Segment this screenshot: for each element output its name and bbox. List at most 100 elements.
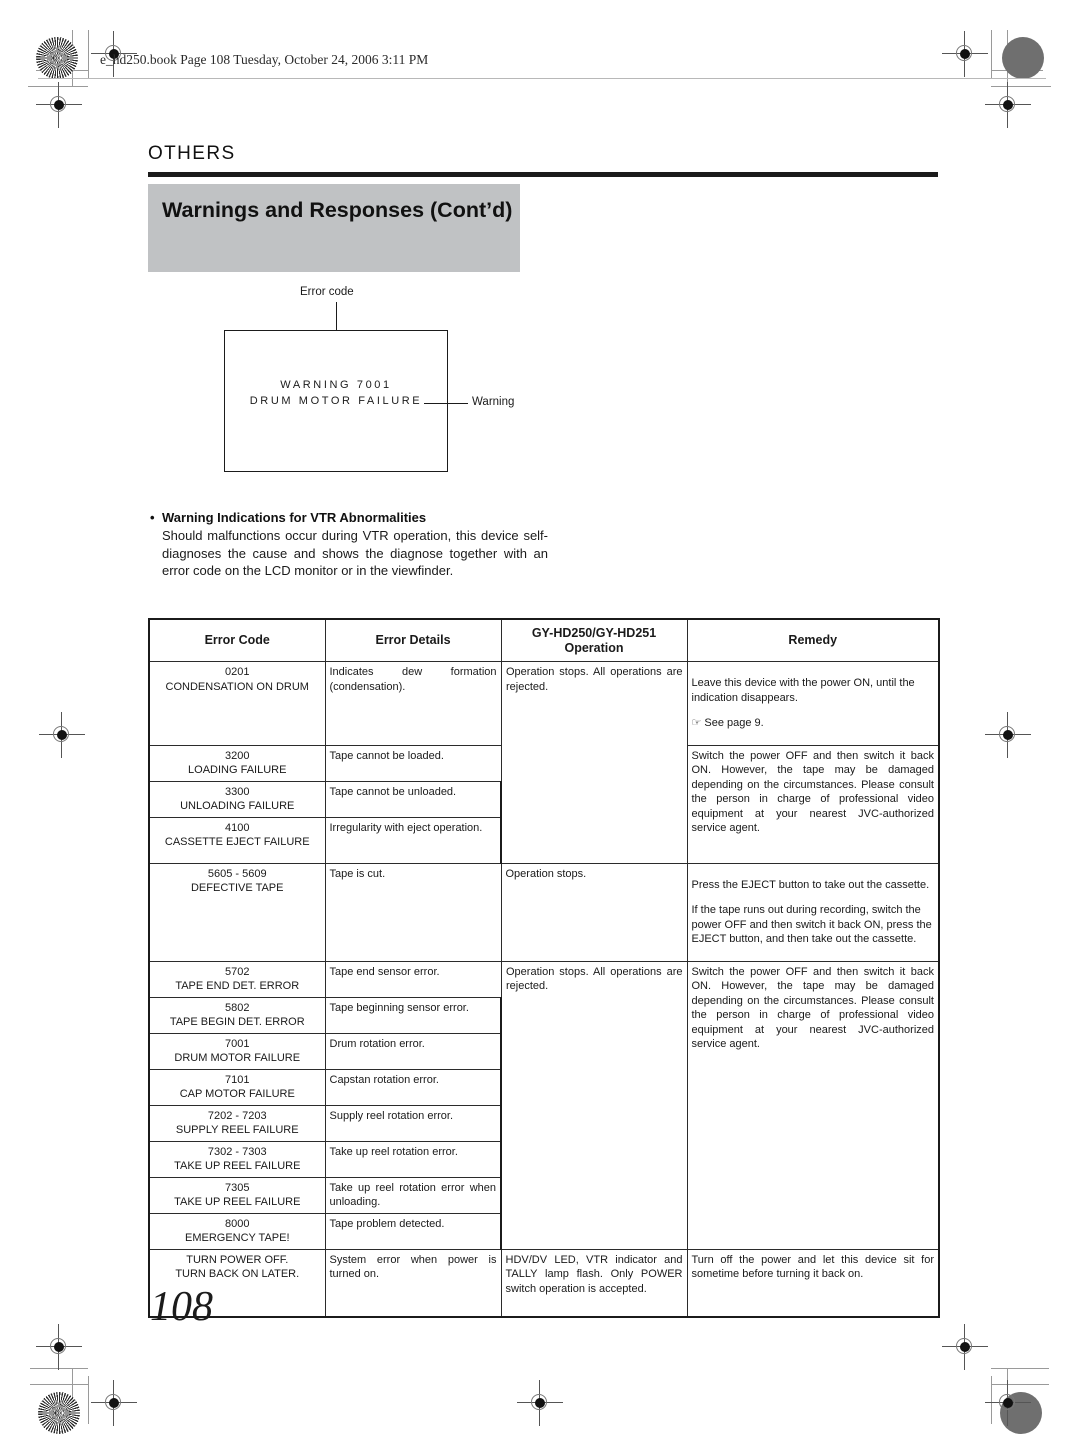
error-code-number: 3200 [225, 749, 250, 762]
cell-error-code: 0201 CONDENSATION ON DRUM [148, 661, 326, 746]
remedy-text: Leave this device with the power ON, unt… [691, 677, 915, 704]
figure-label-warning: Warning [472, 396, 515, 408]
error-code-name: EMERGENCY TAPE! [184, 1232, 290, 1244]
cell-error-details: Tape is cut. [324, 862, 502, 962]
error-code-number: 7101 [225, 1073, 250, 1086]
cell-error-code: 8000 EMERGENCY TAPE! [148, 1212, 326, 1250]
crop-mark-line [30, 1368, 88, 1369]
crop-mark-line [88, 1376, 89, 1424]
cell-error-details: Take up reel rotation error. [324, 1140, 502, 1178]
registration-mark [39, 712, 85, 758]
error-code-name: TAKE UP REEL FAILURE [174, 1196, 301, 1208]
column-header-operation-line2: Operation [564, 640, 624, 655]
error-code-name: SUPPLY REEL FAILURE [175, 1124, 299, 1136]
header-divider [38, 78, 1046, 79]
cell-error-code: 5702 TAPE END DET. ERROR [148, 960, 326, 998]
registration-mark [985, 82, 1031, 128]
error-code-number: 7202 - 7203 [207, 1109, 267, 1122]
viewfinder-figure: Error code WARNING 7001 DRUM MOTOR FAILU… [148, 286, 568, 496]
cell-error-details: Capstan rotation error. [324, 1068, 502, 1106]
error-code-name: CONDENSATION ON DRUM [165, 680, 309, 693]
column-header-operation-line1: GY-HD250/GY-HD251 [531, 626, 657, 640]
viewfinder-screen: WARNING 7001 DRUM MOTOR FAILURE [224, 330, 448, 472]
error-code-number: 5802 [225, 1001, 250, 1014]
registration-mark [517, 1380, 563, 1426]
error-code-number: 7305 [225, 1181, 250, 1194]
table-row: 5702 TAPE END DET. ERROR Tape end sensor… [148, 960, 940, 1250]
remedy-text: If the tape runs out during recording, s… [691, 904, 932, 945]
cell-error-details: Indicates dew formation (condensation). [324, 661, 502, 746]
cell-error-code: 3300 UNLOADING FAILURE [148, 780, 326, 818]
cell-remedy: Switch the power OFF and then switch it … [686, 744, 940, 864]
page-title: Warnings and Responses (Cont’d) [162, 198, 513, 222]
error-code-table: Error Code Error Details GY-HD250/GY-HD2… [148, 618, 940, 1318]
registration-mark [36, 1324, 82, 1370]
cell-operation: Operation stops. [500, 862, 688, 962]
cell-error-code: 7202 - 7203 SUPPLY REEL FAILURE [148, 1104, 326, 1142]
column-header-remedy: Remedy [686, 618, 940, 662]
registration-mark [36, 82, 82, 128]
error-code-number: 5702 [225, 965, 250, 978]
table-row: TURN POWER OFF. TURN BACK ON LATER. Syst… [148, 1248, 940, 1318]
error-code-name: CASSETTE EJECT FAILURE [164, 836, 310, 848]
section-label: OTHERS [148, 143, 236, 164]
section-divider [148, 172, 938, 177]
file-info-header: e_hd250.book Page 108 Tuesday, October 2… [100, 52, 429, 67]
cell-operation: Operation stops. All operations are reje… [500, 661, 688, 864]
cell-error-details: Drum rotation error. [324, 1032, 502, 1070]
error-code-number: 4100 [225, 821, 250, 834]
registration-mark [91, 1380, 137, 1426]
see-page-text: See page 9. [704, 717, 764, 729]
cell-error-details: Tape problem detected. [324, 1212, 502, 1250]
error-code-name: TAPE BEGIN DET. ERROR [169, 1016, 305, 1028]
cell-error-code: 7305 TAKE UP REEL FAILURE [148, 1176, 326, 1214]
registration-mark [985, 712, 1031, 758]
column-header-error-details: Error Details [324, 618, 502, 662]
cell-error-details: Take up reel rotation error when unloadi… [324, 1176, 502, 1214]
cell-error-code: 5605 - 5609 DEFECTIVE TAPE [148, 862, 326, 962]
cell-error-code: 7001 DRUM MOTOR FAILURE [148, 1032, 326, 1070]
error-code-number: TURN POWER OFF. [186, 1253, 289, 1266]
halftone-star-target [36, 37, 78, 79]
page-title-panel: Warnings and Responses (Cont’d) [148, 184, 520, 272]
density-patch-dot [1002, 37, 1044, 79]
cell-error-details: Irregularity with eject operation. [324, 816, 502, 864]
leader-line-warning [424, 403, 468, 404]
cell-error-code: 5802 TAPE BEGIN DET. ERROR [148, 996, 326, 1034]
note-heading: Warning Indications for VTR Abnormalitie… [148, 509, 548, 526]
registration-mark [985, 1380, 1031, 1426]
cell-error-code: 7302 - 7303 TAKE UP REEL FAILURE [148, 1140, 326, 1178]
cell-remedy: Press the EJECT button to take out the c… [686, 862, 940, 962]
crop-mark-line [991, 1384, 1049, 1385]
note-body: Should malfunctions occur during VTR ope… [162, 528, 548, 578]
registration-mark [942, 1324, 988, 1370]
cell-error-details: Tape end sensor error. [324, 960, 502, 998]
page-number: 108 [150, 1284, 213, 1330]
crop-mark-line [991, 86, 1051, 87]
error-code-name: DEFECTIVE TAPE [190, 882, 284, 894]
cell-error-details: Tape cannot be loaded. [324, 744, 502, 782]
figure-label-error-code: Error code [300, 286, 354, 298]
column-header-error-code: Error Code [148, 618, 326, 662]
error-code-name: UNLOADING FAILURE [180, 800, 295, 812]
remedy-text: Press the EJECT button to take out the c… [691, 878, 930, 891]
error-code-name: CAP MOTOR FAILURE [179, 1088, 295, 1100]
see-page-reference: ☞ See page 9. [692, 716, 935, 731]
error-code-number: 5605 - 5609 [207, 867, 267, 880]
viewfinder-warning-message: DRUM MOTOR FAILURE [249, 395, 423, 407]
error-code-number: 8000 [225, 1217, 250, 1230]
cell-error-details: Tape cannot be unloaded. [324, 780, 502, 818]
error-code-name: LOADING FAILURE [188, 764, 287, 776]
error-code-name: TAPE END DET. ERROR [175, 980, 300, 992]
error-code-name: TAKE UP REEL FAILURE [174, 1160, 301, 1172]
crop-mark-line [30, 1384, 88, 1385]
pointing-hand-icon: ☞ [691, 717, 702, 729]
error-code-name: TURN BACK ON LATER. [175, 1268, 300, 1280]
cell-error-code: 4100 CASSETTE EJECT FAILURE [148, 816, 326, 864]
error-code-number: 7001 [225, 1037, 250, 1050]
viewfinder-warning-code: WARNING 7001 [280, 379, 392, 391]
cell-error-code: 7101 CAP MOTOR FAILURE [148, 1068, 326, 1106]
table-row: 5605 - 5609 DEFECTIVE TAPE Tape is cut. … [148, 862, 940, 962]
table-header-row: Error Code Error Details GY-HD250/GY-HD2… [148, 618, 940, 662]
table-row: 0201 CONDENSATION ON DRUM Indicates dew … [148, 661, 940, 864]
